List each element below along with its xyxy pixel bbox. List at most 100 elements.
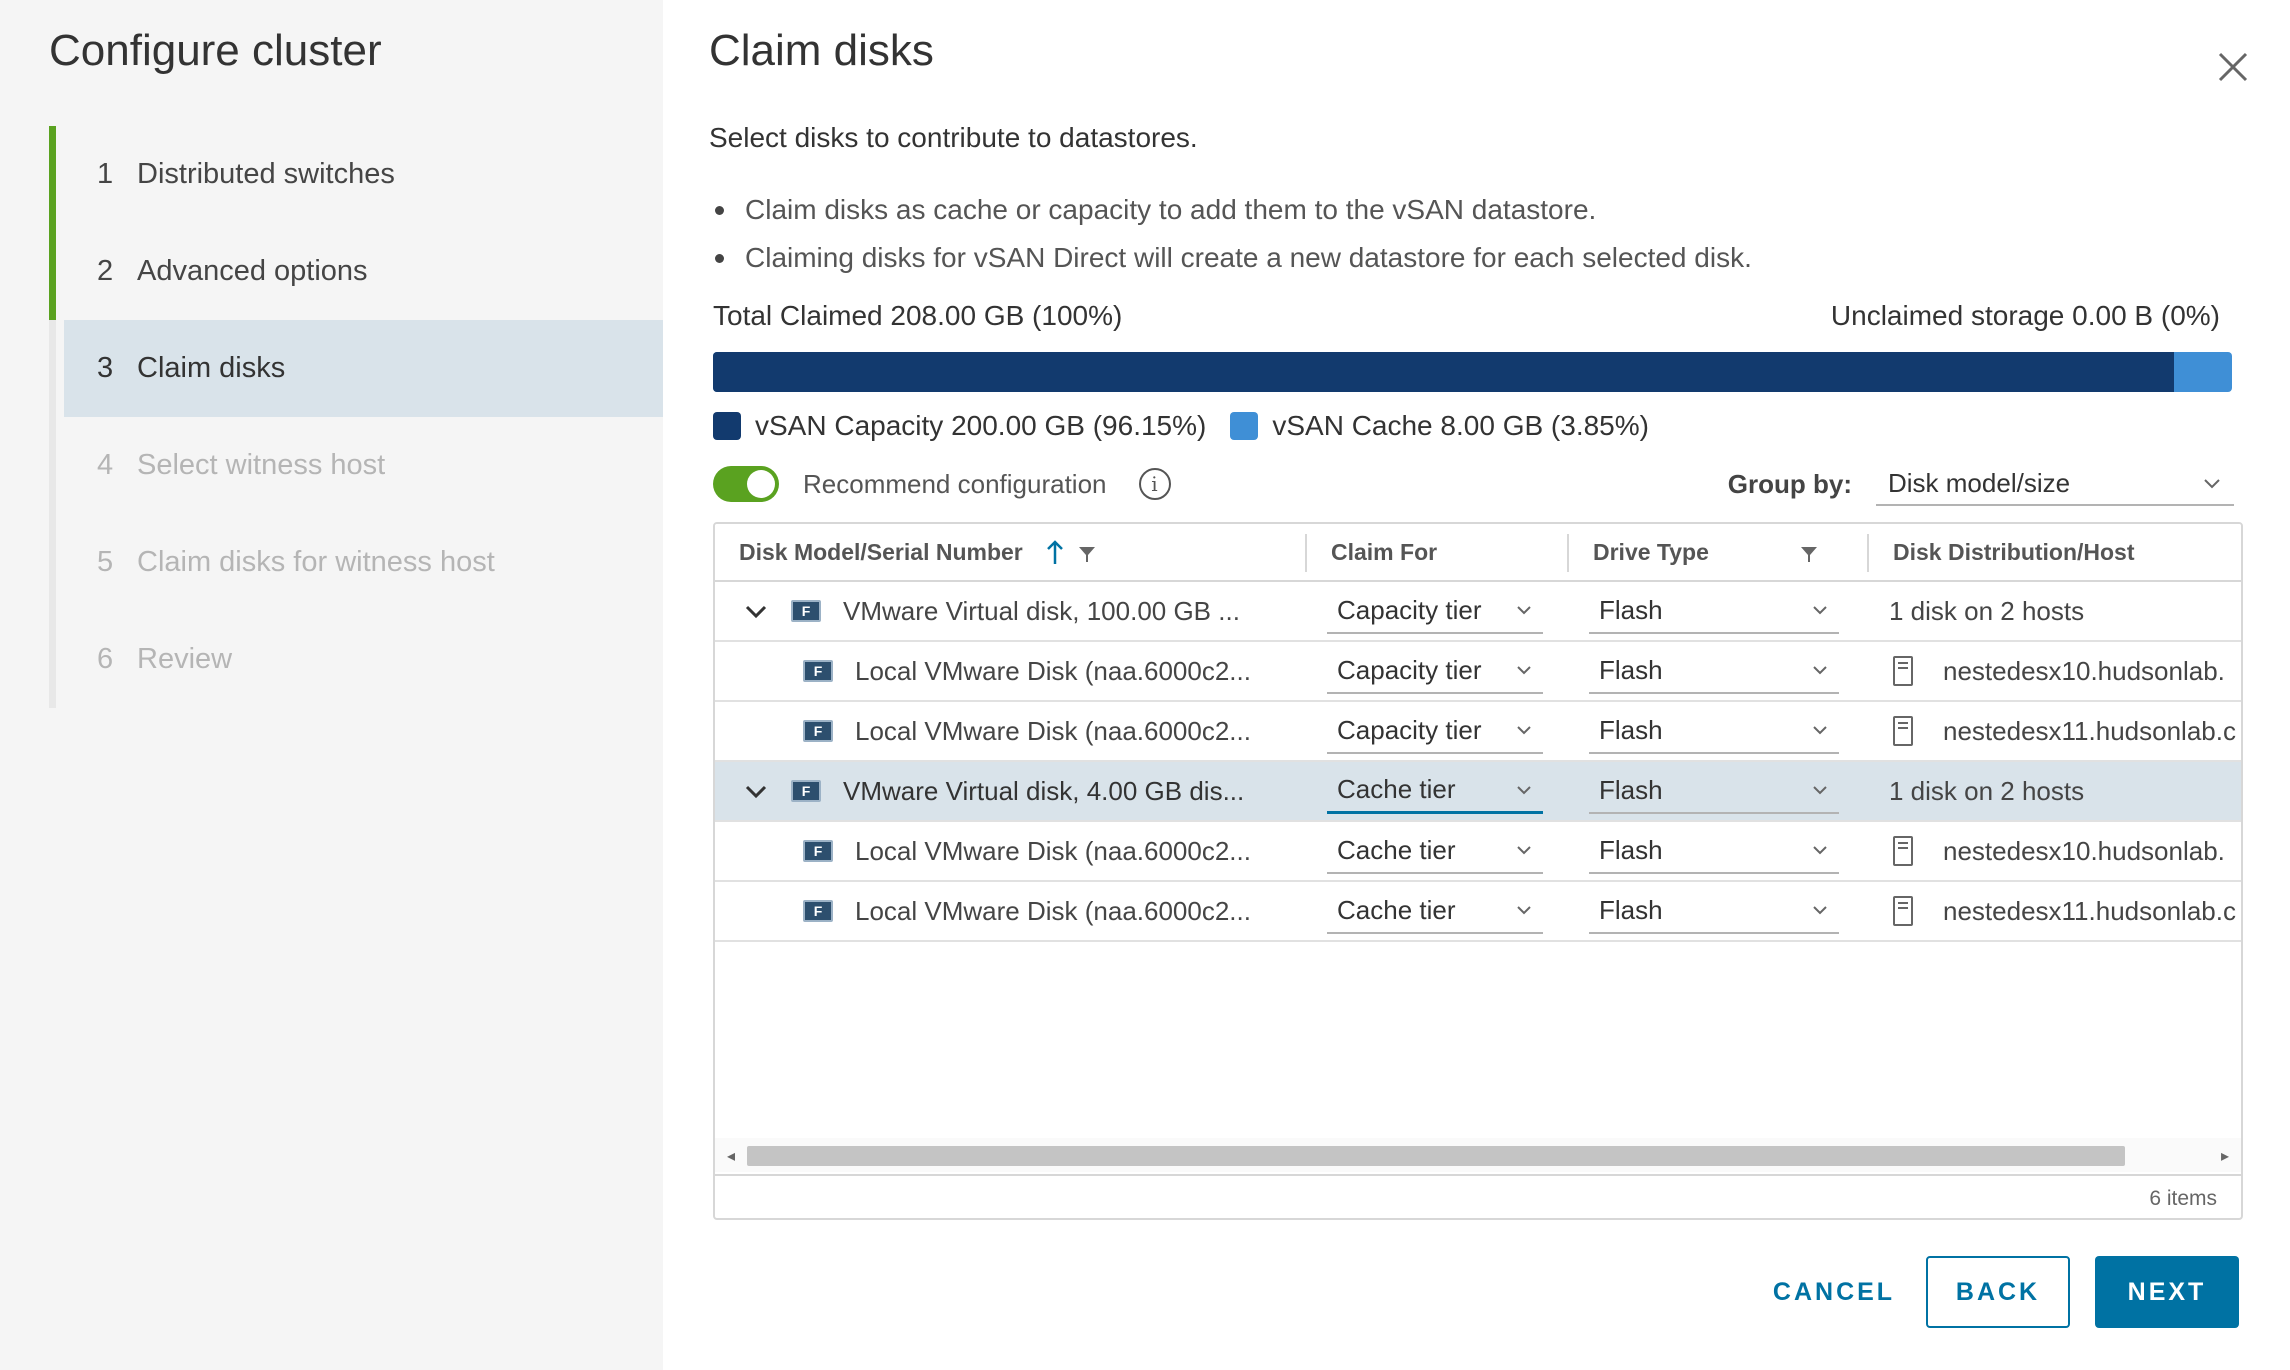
back-button[interactable]: BACK <box>1926 1256 2070 1328</box>
flash-disk-icon: F <box>803 720 833 742</box>
drive-type-select[interactable]: Flash <box>1589 828 1839 874</box>
step-claim-disks-witness: 5 Claim disks for witness host <box>49 514 663 611</box>
claim-for-select[interactable]: Capacity tier <box>1327 648 1543 694</box>
cell-model: F Local VMware Disk (naa.6000c2... <box>803 822 1303 880</box>
cell-dist: 1 disk on 2 hosts <box>1889 762 2241 820</box>
claim-for-value: Cache tier <box>1337 894 1456 925</box>
close-icon[interactable] <box>2214 48 2252 86</box>
cache-swatch <box>1230 412 1259 440</box>
info-bullet: Claiming disks for vSAN Direct will crea… <box>709 240 1752 288</box>
disk-grid: Disk Model/Serial Number Claim For Drive… <box>713 522 2243 1220</box>
table-row[interactable]: F Local VMware Disk (naa.6000c2... Capac… <box>715 642 2241 702</box>
claim-for-value: Capacity tier <box>1337 714 1482 745</box>
host-name[interactable]: nestedesx11.hudsonlab.c <box>1943 716 2236 747</box>
cell-drive: Flash <box>1589 582 1839 640</box>
claim-for-select[interactable]: Cache tier <box>1327 768 1543 814</box>
host-name[interactable]: nestedesx11.hudsonlab.c <box>1943 896 2236 927</box>
cell-host: nestedesx11.hudsonlab.c <box>1893 702 2241 760</box>
flash-disk-icon: F <box>791 600 821 622</box>
cell-claim: Cache tier <box>1327 762 1543 820</box>
chevron-down-icon[interactable] <box>741 597 771 627</box>
cell-model: F Local VMware Disk (naa.6000c2... <box>803 882 1303 940</box>
chevron-down-icon <box>1517 726 1531 735</box>
chevron-down-icon <box>1813 846 1827 855</box>
step-number: 5 <box>97 546 114 578</box>
drive-type-select[interactable]: Flash <box>1589 888 1839 934</box>
claim-for-value: Capacity tier <box>1337 654 1482 685</box>
cell-model: F Local VMware Disk (naa.6000c2... <box>803 642 1303 700</box>
host-name[interactable]: nestedesx10.hudsonlab. <box>1943 656 2225 687</box>
cell-model: F Local VMware Disk (naa.6000c2... <box>803 702 1303 760</box>
disk-distribution: 1 disk on 2 hosts <box>1889 595 2085 626</box>
drive-type-value: Flash <box>1599 834 1663 865</box>
toggle-knob <box>747 470 775 498</box>
step-label: Select witness host <box>137 449 386 481</box>
step-label: Claim disks <box>137 352 286 384</box>
cell-claim: Capacity tier <box>1327 642 1543 700</box>
flash-disk-icon: F <box>803 840 833 862</box>
chevron-down-icon <box>1813 906 1827 915</box>
drive-type-select[interactable]: Flash <box>1589 648 1839 694</box>
grid-header: Disk Model/Serial Number Claim For Drive… <box>715 524 2241 582</box>
host-icon <box>1893 896 1913 926</box>
scroll-right-icon[interactable]: ▸ <box>2217 1146 2233 1166</box>
cell-claim: Cache tier <box>1327 822 1543 880</box>
col-header-claim[interactable]: Claim For <box>1307 524 1567 580</box>
group-by-select[interactable]: Disk model/size <box>1876 462 2234 506</box>
legend-cache: vSAN Cache 8.00 GB (3.85%) <box>1230 410 1649 442</box>
recommend-config-toggle[interactable] <box>713 466 779 502</box>
claim-for-select[interactable]: Capacity tier <box>1327 708 1543 754</box>
drive-type-select[interactable]: Flash <box>1589 588 1839 634</box>
claim-for-value: Capacity tier <box>1337 594 1482 625</box>
cell-model: F VMware Virtual disk, 4.00 GB dis... <box>791 762 1301 820</box>
drive-type-value: Flash <box>1599 714 1663 745</box>
sort-ascending-icon[interactable] <box>1043 538 1067 568</box>
claim-for-select[interactable]: Cache tier <box>1327 828 1543 874</box>
claim-for-select[interactable]: Cache tier <box>1327 888 1543 934</box>
group-by-control: Group by: Disk model/size <box>1728 462 2234 506</box>
step-review: 6 Review <box>49 611 663 708</box>
chevron-down-icon <box>1517 606 1531 615</box>
filter-icon[interactable] <box>1077 544 1097 564</box>
flash-disk-icon: F <box>803 900 833 922</box>
table-row[interactable]: F Local VMware Disk (naa.6000c2... Cache… <box>715 822 2241 882</box>
wizard-title: Configure cluster <box>49 26 382 75</box>
col-header-dist[interactable]: Disk Distribution/Host <box>1869 524 2241 580</box>
legend-capacity: vSAN Capacity 200.00 GB (96.15%) <box>713 410 1206 442</box>
scrollbar-thumb[interactable] <box>747 1146 2125 1166</box>
table-row-group[interactable]: F VMware Virtual disk, 100.00 GB ... Cap… <box>715 582 2241 642</box>
drive-type-select[interactable]: Flash <box>1589 768 1839 814</box>
step-claim-disks[interactable]: 3 Claim disks <box>49 320 663 417</box>
page-subtitle: Select disks to contribute to datastores… <box>709 122 1198 153</box>
horizontal-scrollbar[interactable]: ◂ ▸ <box>715 1138 2241 1172</box>
claim-for-select[interactable]: Capacity tier <box>1327 588 1543 634</box>
step-distributed-switches[interactable]: 1 Distributed switches <box>49 126 663 223</box>
total-claimed: Total Claimed 208.00 GB (100%) <box>713 300 1123 331</box>
table-row[interactable]: F Local VMware Disk (naa.6000c2... Cache… <box>715 882 2241 942</box>
disk-model: Local VMware Disk (naa.6000c2... <box>855 895 1251 926</box>
host-name[interactable]: nestedesx10.hudsonlab. <box>1943 836 2225 867</box>
flash-disk-icon: F <box>791 780 821 802</box>
step-advanced-options[interactable]: 2 Advanced options <box>49 223 663 320</box>
drive-type-value: Flash <box>1599 894 1663 925</box>
table-row-group[interactable]: F VMware Virtual disk, 4.00 GB dis... Ca… <box>715 762 2241 822</box>
group-by-value: Disk model/size <box>1888 467 2071 498</box>
col-header-claim-label: Claim For <box>1331 538 1438 565</box>
info-icon[interactable]: i <box>1138 468 1171 500</box>
filter-icon[interactable] <box>1799 544 1819 564</box>
item-count: 6 items <box>2149 1187 2217 1210</box>
chevron-down-icon <box>1517 785 1531 794</box>
storage-progress-bar <box>713 352 2232 392</box>
disk-model: VMware Virtual disk, 100.00 GB ... <box>843 595 1240 626</box>
drive-type-select[interactable]: Flash <box>1589 708 1839 754</box>
step-number: 3 <box>97 352 114 384</box>
table-row[interactable]: F Local VMware Disk (naa.6000c2... Capac… <box>715 702 2241 762</box>
cancel-button[interactable]: CANCEL <box>1759 1256 1909 1328</box>
next-button[interactable]: NEXT <box>2095 1256 2239 1328</box>
recommend-config-label: Recommend configuration <box>803 468 1107 499</box>
scroll-left-icon[interactable]: ◂ <box>723 1146 739 1166</box>
col-header-dist-label: Disk Distribution/Host <box>1893 538 2135 565</box>
col-header-drive[interactable]: Drive Type <box>1569 524 1869 580</box>
cell-drive: Flash <box>1589 762 1839 820</box>
chevron-down-icon[interactable] <box>741 777 771 807</box>
